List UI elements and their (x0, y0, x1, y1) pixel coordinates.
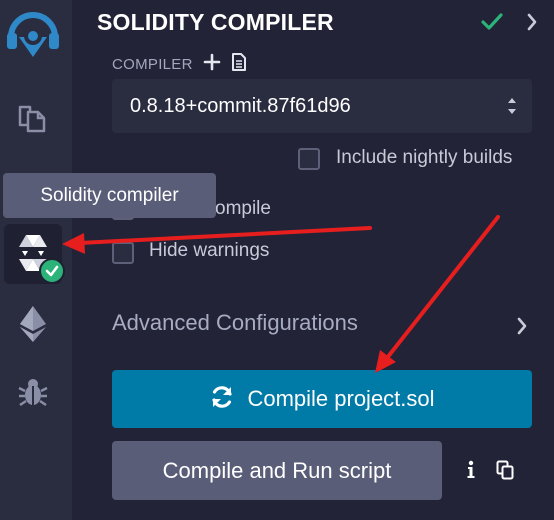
chevron-right-icon[interactable] (526, 12, 538, 37)
compiler-label-row: COMPILER (112, 52, 247, 77)
hide-warnings-checkbox[interactable] (112, 242, 134, 264)
tooltip: Solidity compiler (3, 173, 216, 218)
page-title: SOLIDITY COMPILER (97, 9, 334, 35)
advanced-configurations-toggle[interactable]: Advanced Configurations (112, 310, 358, 336)
remix-logo-icon[interactable] (0, 6, 66, 62)
check-icon (480, 11, 504, 38)
compiler-version-value: 0.8.18+commit.87f61d96 (130, 94, 351, 117)
compiler-version-select[interactable]: 0.8.18+commit.87f61d96 (112, 79, 532, 133)
chevron-right-icon[interactable] (516, 316, 528, 341)
compile-and-run-label: Compile and Run script (162, 457, 392, 483)
include-nightly-checkbox[interactable] (298, 148, 320, 170)
select-arrows-icon (506, 95, 518, 122)
info-icon[interactable] (466, 460, 476, 485)
refresh-icon (209, 384, 235, 415)
compile-button[interactable]: Compile project.sol (112, 370, 532, 428)
include-nightly-label: Include nightly builds (336, 147, 513, 168)
auto-compile-label: ompile (215, 198, 271, 219)
compiler-panel: SOLIDITY COMPILER COMPILER 0.8.18+commit… (72, 0, 554, 520)
compile-button-label: Compile project.sol (247, 386, 435, 411)
copy-icon[interactable] (496, 460, 514, 485)
hide-warnings-label: Hide warnings (149, 240, 270, 261)
compile-and-run-button[interactable]: Compile and Run script (112, 441, 442, 500)
deploy-run-icon[interactable] (0, 302, 66, 346)
file-explorer-icon[interactable] (0, 98, 66, 138)
document-icon[interactable] (231, 52, 247, 77)
compiler-label: COMPILER (112, 56, 193, 73)
debugger-icon[interactable] (0, 372, 66, 412)
add-compiler-icon[interactable] (203, 53, 221, 76)
icon-rail (0, 0, 72, 520)
check-badge-icon (39, 258, 65, 284)
tooltip-text: Solidity compiler (40, 184, 179, 206)
